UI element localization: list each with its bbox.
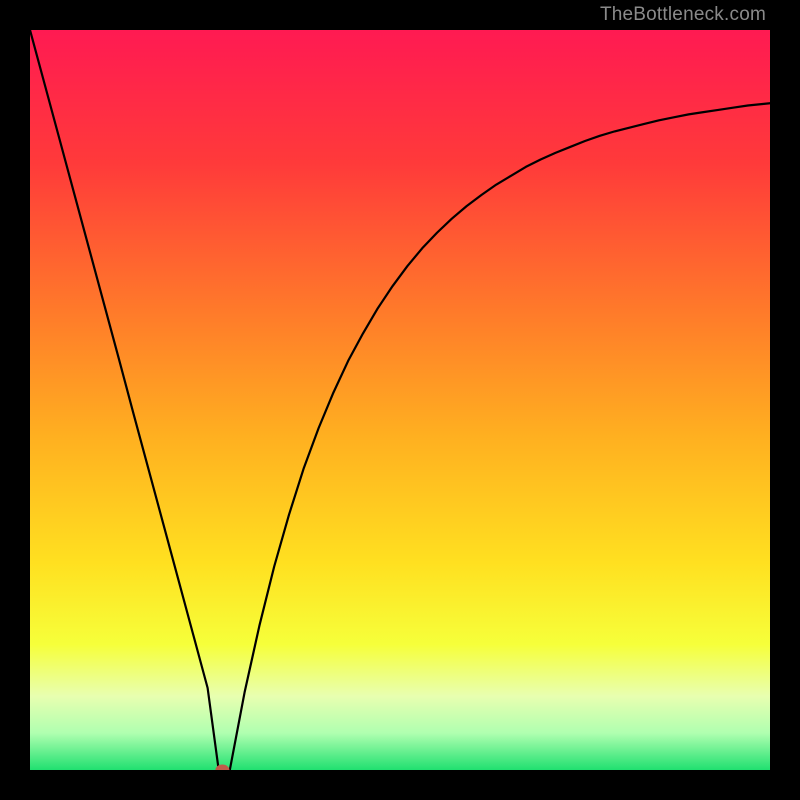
attribution-text: TheBottleneck.com <box>600 4 766 26</box>
chart-frame <box>30 30 770 770</box>
chart-background <box>30 30 770 770</box>
bottleneck-chart <box>30 30 770 770</box>
